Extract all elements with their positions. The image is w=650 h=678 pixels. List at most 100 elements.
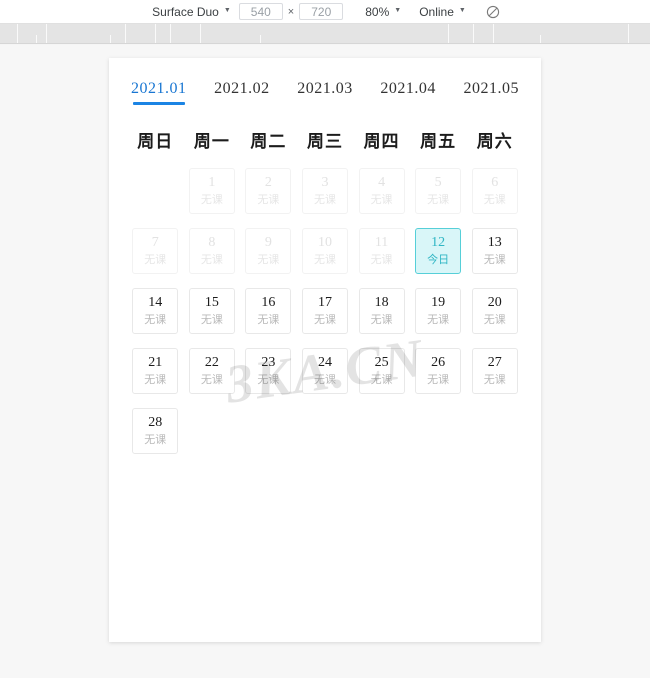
- no-class-label: 无课: [200, 313, 223, 326]
- no-class-label: 无课: [200, 253, 223, 266]
- day-number: 6: [491, 174, 499, 190]
- calendar-day-cell[interactable]: 27 无课: [471, 348, 518, 394]
- weekday-label: 周四: [363, 132, 400, 151]
- calendar-day-cell[interactable]: 1 无课: [188, 168, 235, 214]
- zoom-selector[interactable]: 80% ▼: [359, 2, 407, 22]
- device-emulation-toolbar: Surface Duo ▼ 540 × 720 80% ▼ Online ▼: [0, 0, 650, 24]
- calendar-day-cell[interactable]: 7 无课: [132, 228, 179, 274]
- today-label: 今日: [427, 253, 450, 266]
- calendar-day-cell[interactable]: 13 无课: [471, 228, 518, 274]
- calendar-day-grid: 1 无课 2 无课 3 无课 4 无课 5 无课 6 无课 7 无课 8 无课 9 无课 10 无课 11 无课 12 今日 1…: [127, 168, 523, 454]
- calendar-day-cell[interactable]: 11 无课: [358, 228, 405, 274]
- no-class-label: 无课: [257, 253, 280, 266]
- no-class-label: 无课: [313, 373, 336, 386]
- no-class-label: 无课: [144, 313, 167, 326]
- day-number: 23: [261, 354, 276, 370]
- no-class-label: 无课: [427, 373, 450, 386]
- no-class-label: 无课: [144, 433, 167, 446]
- ruler-tick: [448, 24, 449, 43]
- calendar-day-cell[interactable]: 28 无课: [132, 408, 179, 454]
- emulated-viewport: 2021.01 2021.02 2021.03 2021.04 2021.05 周日 周一…: [0, 45, 650, 678]
- dimension-separator: ×: [287, 5, 295, 18]
- calendar-day-cell[interactable]: 15 无课: [188, 288, 235, 334]
- ruler-tick-minor: [260, 35, 261, 43]
- network-throttling-selector[interactable]: Online ▼: [413, 2, 472, 22]
- calendar-day-cell[interactable]: 5 无课: [415, 168, 462, 214]
- day-number: 7: [151, 234, 159, 250]
- ruler-tick-minor: [540, 35, 541, 43]
- month-tab[interactable]: 2021.03: [297, 80, 353, 105]
- day-number: 2: [264, 174, 272, 190]
- weekday-header-row: 周日 周一 周二 周三 周四 周五 周六: [127, 127, 523, 152]
- device-toolbar-controls: Surface Duo ▼ 540 × 720 80% ▼ Online ▼: [146, 2, 504, 22]
- day-number: 19: [431, 294, 446, 310]
- calendar-empty-slot: [132, 168, 178, 214]
- ruler-tick: [125, 24, 126, 43]
- calendar-day-cell[interactable]: 6 无课: [471, 168, 518, 214]
- day-number: 5: [434, 174, 442, 190]
- no-throttling-icon[interactable]: [482, 2, 504, 22]
- day-number: 12: [431, 234, 446, 250]
- no-class-label: 无课: [257, 373, 280, 386]
- calendar-day-cell[interactable]: 14 无课: [132, 288, 179, 334]
- no-class-label: 无课: [483, 313, 506, 326]
- ruler-tick: [155, 24, 156, 43]
- calendar-day-cell[interactable]: 20 无课: [471, 288, 518, 334]
- no-class-label: 无课: [257, 313, 280, 326]
- day-number: 16: [261, 294, 276, 310]
- calendar-day-cell[interactable]: 4 无课: [358, 168, 405, 214]
- day-number: 4: [378, 174, 386, 190]
- chevron-down-icon: ▼: [458, 6, 466, 14]
- weekday-label: 周五: [420, 132, 457, 151]
- no-class-label: 无课: [144, 253, 167, 266]
- month-tab[interactable]: 2021.04: [380, 80, 436, 105]
- no-class-label: 无课: [427, 193, 450, 206]
- ruler-tick: [17, 24, 18, 43]
- calendar-day-cell[interactable]: 18 无课: [358, 288, 405, 334]
- day-number: 27: [487, 354, 502, 370]
- no-class-label: 无课: [200, 193, 223, 206]
- calendar-day-cell[interactable]: 26 无课: [415, 348, 462, 394]
- calendar-day-cell[interactable]: 3 无课: [301, 168, 348, 214]
- day-number: 13: [487, 234, 502, 250]
- viewport-ruler: [0, 24, 650, 44]
- ruler-tick: [200, 24, 201, 43]
- device-selector[interactable]: Surface Duo ▼: [146, 2, 237, 22]
- device-screen: 2021.01 2021.02 2021.03 2021.04 2021.05 周日 周一…: [109, 58, 541, 642]
- day-number: 20: [487, 294, 502, 310]
- no-class-label: 无课: [313, 193, 336, 206]
- month-tab[interactable]: 2021.02: [214, 80, 270, 105]
- weekday-label: 周六: [476, 132, 513, 151]
- viewport-height-input[interactable]: 720: [299, 3, 344, 20]
- ruler-tick: [628, 24, 629, 43]
- day-number: 24: [317, 354, 332, 370]
- month-tab[interactable]: 2021.05: [464, 80, 520, 105]
- calendar-day-cell[interactable]: 8 无课: [188, 228, 235, 274]
- calendar-day-cell[interactable]: 19 无课: [415, 288, 462, 334]
- day-number: 1: [208, 174, 216, 190]
- day-number: 15: [204, 294, 219, 310]
- no-class-label: 无课: [427, 313, 450, 326]
- calendar-day-cell-today[interactable]: 12 今日: [415, 228, 462, 274]
- ruler-tick: [46, 24, 47, 43]
- ruler-tick: [493, 24, 494, 43]
- month-tab-bar: 2021.01 2021.02 2021.03 2021.04 2021.05: [127, 80, 523, 105]
- zoom-selector-label: 80%: [365, 4, 390, 19]
- month-tab-active[interactable]: 2021.01: [131, 80, 187, 105]
- viewport-width-input[interactable]: 540: [238, 3, 283, 20]
- chevron-down-icon: ▼: [223, 6, 231, 14]
- day-number: 21: [148, 354, 163, 370]
- calendar-day-cell[interactable]: 2 无课: [245, 168, 292, 214]
- calendar-day-cell[interactable]: 9 无课: [245, 228, 292, 274]
- calendar-day-cell[interactable]: 10 无课: [301, 228, 348, 274]
- day-number: 9: [264, 234, 272, 250]
- calendar-day-cell[interactable]: 17 无课: [301, 288, 348, 334]
- calendar-day-cell[interactable]: 24 无课: [301, 348, 348, 394]
- calendar-day-cell[interactable]: 25 无课: [358, 348, 405, 394]
- day-number: 8: [208, 234, 216, 250]
- day-number: 3: [321, 174, 329, 190]
- calendar-day-cell[interactable]: 23 无课: [245, 348, 292, 394]
- calendar-day-cell[interactable]: 22 无课: [188, 348, 235, 394]
- calendar-day-cell[interactable]: 21 无课: [132, 348, 179, 394]
- calendar-day-cell[interactable]: 16 无课: [245, 288, 292, 334]
